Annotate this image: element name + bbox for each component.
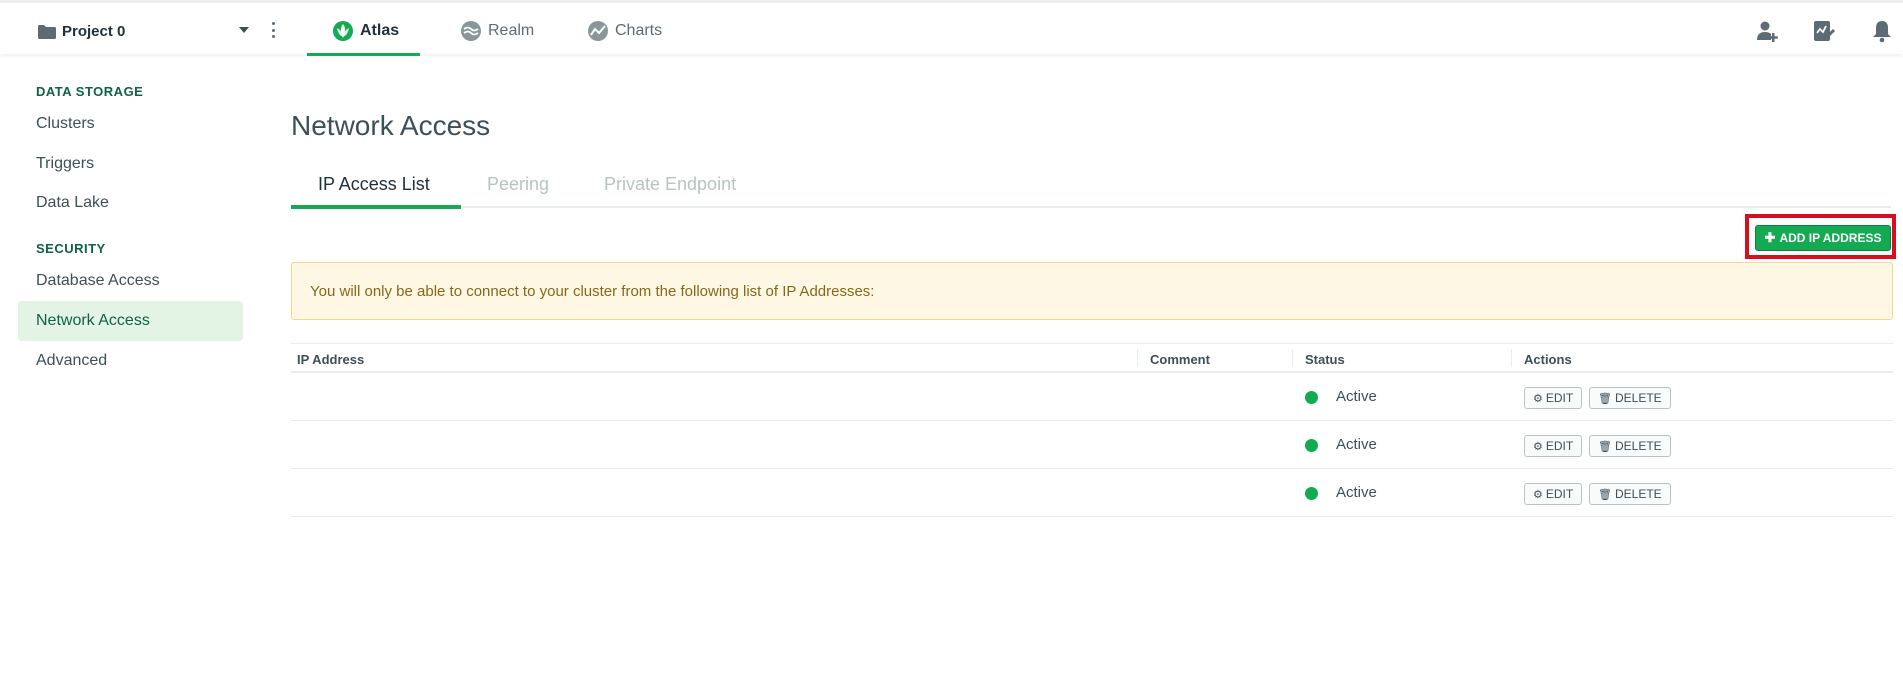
delete-button[interactable]: 🗑 DELETE: [1589, 435, 1671, 457]
status-active-icon: [1305, 487, 1318, 500]
project-selector[interactable]: Project 0: [38, 19, 125, 43]
active-nav-indicator: [307, 53, 420, 56]
sidebar-heading-data-storage: DATA STORAGE: [36, 84, 144, 99]
gear-icon: ⚙: [1533, 440, 1543, 453]
tab-peering[interactable]: Peering: [487, 174, 549, 195]
page-title: Network Access: [291, 110, 491, 141]
sidebar-item-database-access[interactable]: Database Access: [18, 261, 243, 301]
nav-tab-realm[interactable]: Realm: [461, 19, 534, 43]
delete-label: DELETE: [1614, 391, 1662, 405]
sidebar-item-clusters[interactable]: Clusters: [18, 104, 243, 144]
table-row: Active ⚙ EDIT 🗑 DELETE: [291, 469, 1893, 517]
trash-icon: 🗑: [1598, 440, 1612, 453]
gear-icon: ⚙: [1533, 488, 1543, 501]
delete-label: DELETE: [1614, 439, 1662, 453]
edit-button[interactable]: ⚙ EDIT: [1524, 435, 1583, 457]
add-ip-address-label: ADD IP ADDRESS: [1779, 231, 1882, 245]
tabs-divider: [291, 206, 1891, 208]
sidebar-item-label: Data Lake: [36, 194, 109, 211]
edit-button[interactable]: ⚙ EDIT: [1524, 483, 1583, 505]
table-row: Active ⚙ EDIT 🗑 DELETE: [291, 421, 1893, 469]
invite-user-icon[interactable]: [1756, 19, 1780, 43]
ip-access-table: IP Address Comment Status Actions Active…: [291, 343, 1893, 517]
column-divider: [1292, 349, 1293, 367]
status-text: Active: [1336, 388, 1377, 405]
sidebar-item-label: Advanced: [36, 352, 108, 369]
column-header-actions: Actions: [1524, 352, 1572, 367]
sidebar-item-data-lake[interactable]: Data Lake: [18, 183, 243, 223]
table-header: IP Address Comment Status Actions: [291, 343, 1893, 373]
info-banner: You will only be able to connect to your…: [291, 262, 1893, 320]
top-bar: Project 0 Atlas Realm Charts: [0, 0, 1903, 56]
tab-private-endpoint[interactable]: Private Endpoint: [604, 174, 736, 195]
nav-tab-label: Realm: [488, 22, 535, 39]
leaf-icon: [333, 21, 353, 41]
chevron-down-icon[interactable]: [239, 27, 249, 33]
column-header-ip-address: IP Address: [297, 352, 365, 367]
nav-tab-atlas[interactable]: Atlas: [333, 19, 399, 43]
trash-icon: 🗑: [1598, 392, 1612, 405]
delete-button[interactable]: 🗑 DELETE: [1589, 387, 1671, 409]
tab-ip-access-list[interactable]: IP Access List: [318, 174, 430, 195]
nav-tab-charts[interactable]: Charts: [588, 19, 662, 43]
table-row: Active ⚙ EDIT 🗑 DELETE: [291, 373, 1893, 421]
nav-tab-label: Charts: [615, 22, 663, 39]
realm-icon: [461, 21, 481, 41]
sidebar-item-label: Network Access: [36, 312, 150, 329]
gear-icon: ⚙: [1533, 392, 1543, 405]
trash-icon: 🗑: [1598, 488, 1612, 501]
column-header-status: Status: [1305, 352, 1345, 367]
plus-icon: ✚: [1764, 230, 1776, 245]
bell-icon[interactable]: [1870, 19, 1894, 43]
column-divider: [1511, 349, 1512, 367]
sidebar-item-advanced[interactable]: Advanced: [18, 341, 243, 381]
delete-button[interactable]: 🗑 DELETE: [1589, 483, 1671, 505]
edit-label: EDIT: [1545, 439, 1574, 453]
edit-button[interactable]: ⚙ EDIT: [1524, 387, 1583, 409]
column-divider: [1137, 349, 1138, 367]
active-tab-indicator: [291, 205, 461, 209]
status-text: Active: [1336, 436, 1377, 453]
status-active-icon: [1305, 439, 1318, 452]
charts-icon: [588, 21, 608, 41]
sidebar-item-label: Database Access: [36, 272, 160, 289]
kebab-menu-icon[interactable]: [271, 22, 275, 38]
sidebar-heading-security: SECURITY: [36, 241, 106, 256]
nav-tab-label: Atlas: [360, 22, 400, 39]
delete-label: DELETE: [1614, 487, 1662, 501]
edit-label: EDIT: [1545, 391, 1574, 405]
column-header-comment: Comment: [1150, 352, 1210, 367]
add-ip-address-button[interactable]: ✚ ADD IP ADDRESS: [1755, 225, 1891, 251]
folder-icon: [38, 24, 56, 39]
sidebar-item-triggers[interactable]: Triggers: [18, 144, 243, 184]
info-banner-text: You will only be able to connect to your…: [310, 282, 875, 300]
edit-label: EDIT: [1545, 487, 1574, 501]
status-active-icon: [1305, 391, 1318, 404]
project-name: Project 0: [62, 22, 126, 40]
status-text: Active: [1336, 484, 1377, 501]
activity-icon[interactable]: [1812, 19, 1836, 43]
sidebar-item-network-access[interactable]: Network Access: [18, 301, 243, 341]
sidebar-item-label: Clusters: [36, 115, 95, 132]
sidebar-item-label: Triggers: [36, 155, 95, 172]
